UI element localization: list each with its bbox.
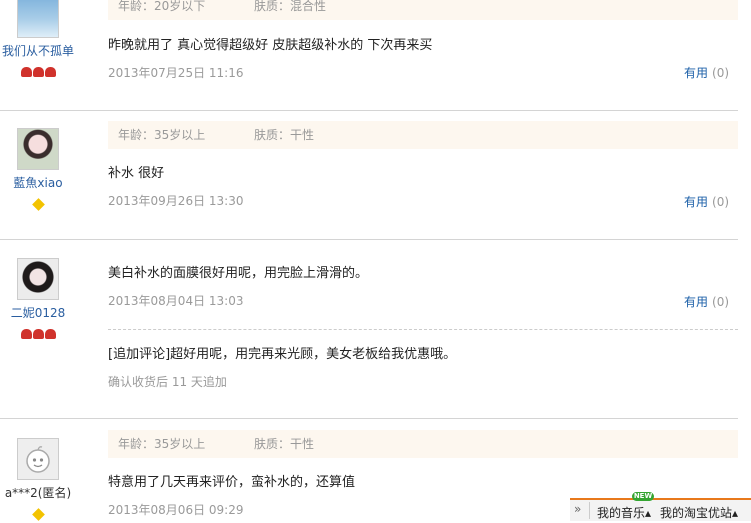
skin-label: 肤质：干性 bbox=[254, 437, 315, 451]
my-music-menu[interactable]: 我的音乐▴ bbox=[597, 504, 651, 521]
review-meta: 年龄：35岁以上 肤质：干性 bbox=[108, 430, 738, 458]
useful-label[interactable]: 有用 bbox=[684, 295, 708, 309]
append-comment: [追加评论]超好用呢，用完再来光顾，美女老板给我优惠哦。 bbox=[108, 347, 457, 362]
useful-button[interactable]: 有用 (0) bbox=[684, 293, 729, 310]
useful-label[interactable]: 有用 bbox=[684, 66, 708, 80]
age-label: 年龄：35岁以上 bbox=[118, 128, 206, 142]
review-content: 特意用了几天再来评价，蛮补水的，还算值 bbox=[108, 475, 356, 490]
reviewer-info: 我们从不孤单 bbox=[0, 0, 76, 77]
review-date: 2013年09月26日 13:30 bbox=[108, 194, 244, 208]
collapse-arrows-icon[interactable]: » bbox=[574, 502, 588, 516]
username: a***2(匿名) bbox=[4, 486, 72, 500]
avatar[interactable] bbox=[17, 258, 59, 300]
avatar[interactable] bbox=[17, 128, 59, 170]
reviewer-info: a***2(匿名) bbox=[0, 438, 76, 521]
divider bbox=[0, 239, 738, 240]
age-label: 年龄：35岁以上 bbox=[118, 437, 206, 451]
review-content: 美白补水的面膜很好用呢，用完脸上滑滑的。 bbox=[108, 266, 369, 281]
bottom-toolbar: » 我的音乐▴ 我的淘宝优站▴ bbox=[570, 498, 751, 521]
skin-label: 肤质：干性 bbox=[254, 128, 315, 142]
credit-diamond-icon bbox=[0, 194, 76, 211]
divider bbox=[0, 110, 738, 111]
append-note: 确认收货后 11 天追加 bbox=[108, 375, 227, 389]
reviewer-info: 二妮0128 bbox=[0, 258, 76, 339]
credit-diamond-icon bbox=[0, 504, 76, 521]
divider bbox=[0, 418, 738, 419]
username[interactable]: 二妮0128 bbox=[0, 304, 76, 321]
review-content: 补水 很好 bbox=[108, 166, 165, 181]
append-divider bbox=[108, 329, 738, 330]
useful-label[interactable]: 有用 bbox=[684, 195, 708, 209]
review-date: 2013年07月25日 11:16 bbox=[108, 66, 244, 80]
review-content: 昨晚就用了 真心觉得超级好 皮肤超级补水的 下次再来买 bbox=[108, 38, 433, 53]
review-date: 2013年08月06日 09:29 bbox=[108, 503, 244, 517]
username[interactable]: 藍魚xiao bbox=[0, 174, 76, 191]
default-avatar-icon[interactable] bbox=[17, 438, 59, 480]
useful-button[interactable]: 有用 (0) bbox=[684, 64, 729, 81]
my-taobao-menu[interactable]: 我的淘宝优站▴ bbox=[660, 504, 738, 521]
useful-count: (0) bbox=[712, 66, 730, 80]
toolbar-divider bbox=[589, 502, 590, 519]
review-meta: 年龄：20岁以下 肤质：混合性 bbox=[108, 0, 738, 20]
new-badge: NEW bbox=[632, 492, 654, 501]
avatar[interactable] bbox=[17, 0, 59, 38]
skin-label: 肤质：混合性 bbox=[254, 0, 327, 13]
useful-count: (0) bbox=[712, 295, 730, 309]
credit-hearts-icon bbox=[0, 324, 76, 339]
credit-hearts-icon bbox=[0, 62, 76, 77]
useful-button[interactable]: 有用 (0) bbox=[684, 193, 729, 210]
age-label: 年龄：20岁以下 bbox=[118, 0, 206, 13]
review-date: 2013年08月04日 13:03 bbox=[108, 294, 244, 308]
useful-count: (0) bbox=[712, 195, 730, 209]
username[interactable]: 我们从不孤单 bbox=[0, 42, 76, 59]
reviewer-info: 藍魚xiao bbox=[0, 128, 76, 211]
review-meta: 年龄：35岁以上 肤质：干性 bbox=[108, 121, 738, 149]
